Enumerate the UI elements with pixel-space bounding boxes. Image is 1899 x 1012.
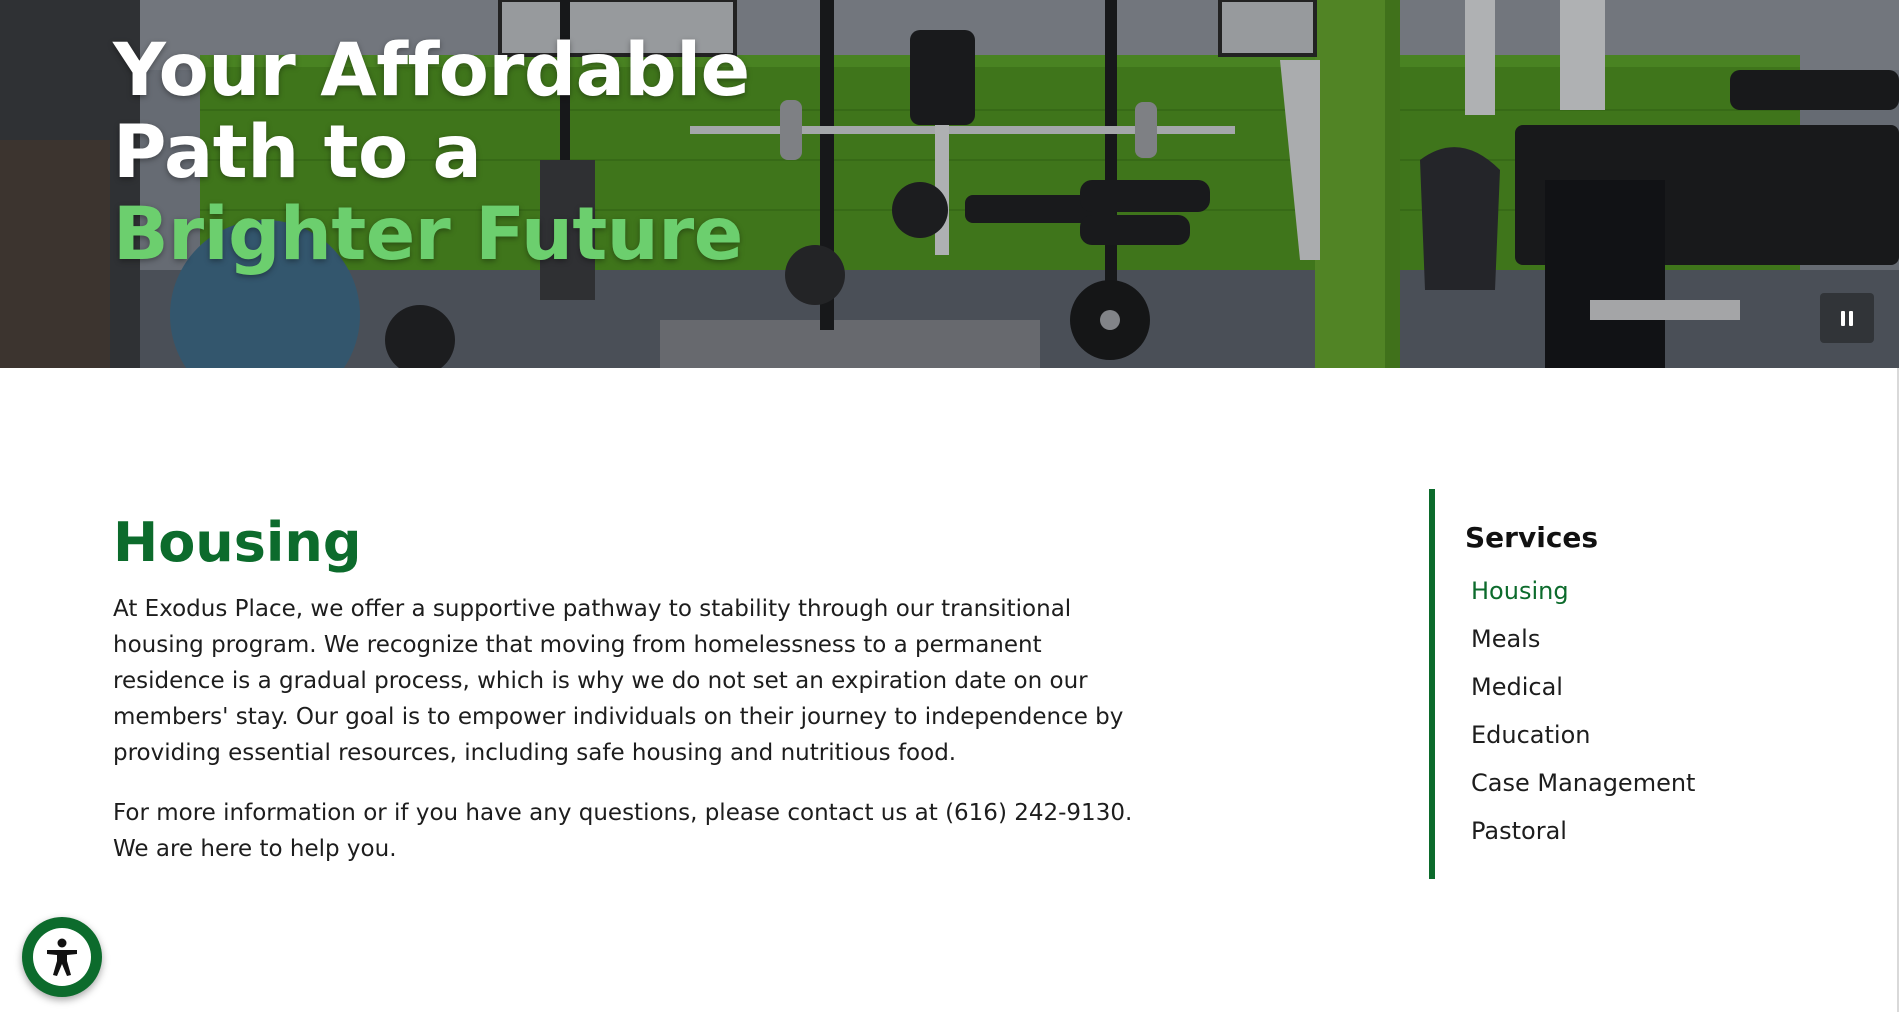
hero-banner: Your Affordable Path to a Brighter Futur… <box>0 0 1899 368</box>
main-content: Housing At Exodus Place, we offer a supp… <box>113 505 1153 867</box>
hero-title: Your Affordable Path to a Brighter Futur… <box>113 30 750 276</box>
hero-title-accent: Brighter Future <box>113 192 743 277</box>
sidebar-item-pastoral[interactable]: Pastoral <box>1471 807 1695 855</box>
accessibility-button[interactable] <box>22 917 102 997</box>
page-heading: Housing <box>113 511 362 574</box>
slideshow-pause-button[interactable] <box>1820 293 1874 343</box>
hero-title-line2: Path to a <box>113 110 482 195</box>
services-nav: Housing Meals Medical Education Case Man… <box>1471 567 1695 855</box>
sidebar-title: Services <box>1465 521 1599 554</box>
sidebar-item-education[interactable]: Education <box>1471 711 1695 759</box>
pause-icon <box>1839 310 1855 326</box>
contact-paragraph: For more information or if you have any … <box>113 800 1133 862</box>
sidebar-item-case-management[interactable]: Case Management <box>1471 759 1695 807</box>
sidebar-item-medical[interactable]: Medical <box>1471 663 1695 711</box>
hero-title-line1: Your Affordable <box>113 28 750 113</box>
accessibility-icon <box>33 928 91 986</box>
services-sidebar: Services Housing Meals Medical Education… <box>1429 489 1759 879</box>
intro-paragraph: At Exodus Place, we offer a supportive p… <box>113 596 1124 766</box>
sidebar-item-meals[interactable]: Meals <box>1471 615 1695 663</box>
sidebar-item-housing[interactable]: Housing <box>1471 567 1695 615</box>
